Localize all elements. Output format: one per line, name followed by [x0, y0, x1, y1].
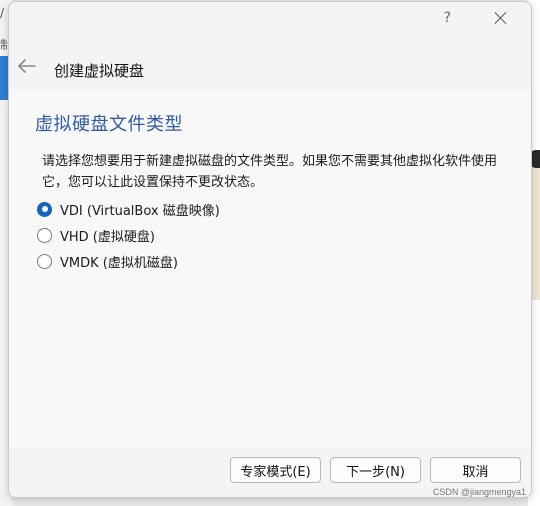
option-vmdk-label[interactable]: VMDK (虚拟机磁盘) — [60, 252, 178, 271]
option-vhd-label[interactable]: VHD (虚拟硬盘) — [60, 226, 155, 245]
wizard-page: 虚拟硬盘文件类型 请选择您想要用于新建虚拟磁盘的文件类型。如果您不需要其他虚拟化… — [9, 90, 531, 449]
option-vdi-label[interactable]: VDI (VirtualBox 磁盘映像) — [60, 200, 220, 219]
option-vmdk[interactable]: VMDK (虚拟机磁盘) — [37, 251, 178, 271]
radio-vdi[interactable] — [37, 201, 52, 217]
option-vdi[interactable]: VDI (VirtualBox 磁盘映像) — [37, 199, 220, 219]
page-title: 虚拟硬盘文件类型 — [35, 114, 183, 135]
option-vhd[interactable]: VHD (虚拟硬盘) — [37, 225, 155, 245]
close-icon[interactable] — [491, 8, 511, 28]
radio-vmdk[interactable] — [37, 253, 52, 269]
help-button[interactable]: ? — [444, 10, 451, 26]
watermark: CSDN @jiangmengya1 — [432, 487, 526, 497]
cancel-button[interactable]: 取消 — [430, 457, 521, 483]
title-bar: ? — [9, 2, 531, 38]
back-arrow-icon[interactable] — [17, 58, 37, 74]
next-button[interactable]: 下一步(N) — [330, 457, 421, 483]
create-virtual-disk-dialog: ? 创建虚拟硬盘 虚拟硬盘文件类型 请选择您想要用于新建虚拟磁盘的文件类型。如果… — [8, 1, 532, 498]
background-label-top: / — [0, 6, 5, 20]
wizard-title: 创建虚拟硬盘 — [54, 62, 145, 80]
wizard-header: 创建虚拟硬盘 — [9, 38, 531, 90]
radio-vhd[interactable] — [37, 227, 52, 243]
page-description: 请选择您想要用于新建虚拟磁盘的文件类型。如果您不需要其他虚拟化软件使用它，您可以… — [42, 154, 498, 190]
expert-mode-button[interactable]: 专家模式(E) — [230, 457, 321, 483]
